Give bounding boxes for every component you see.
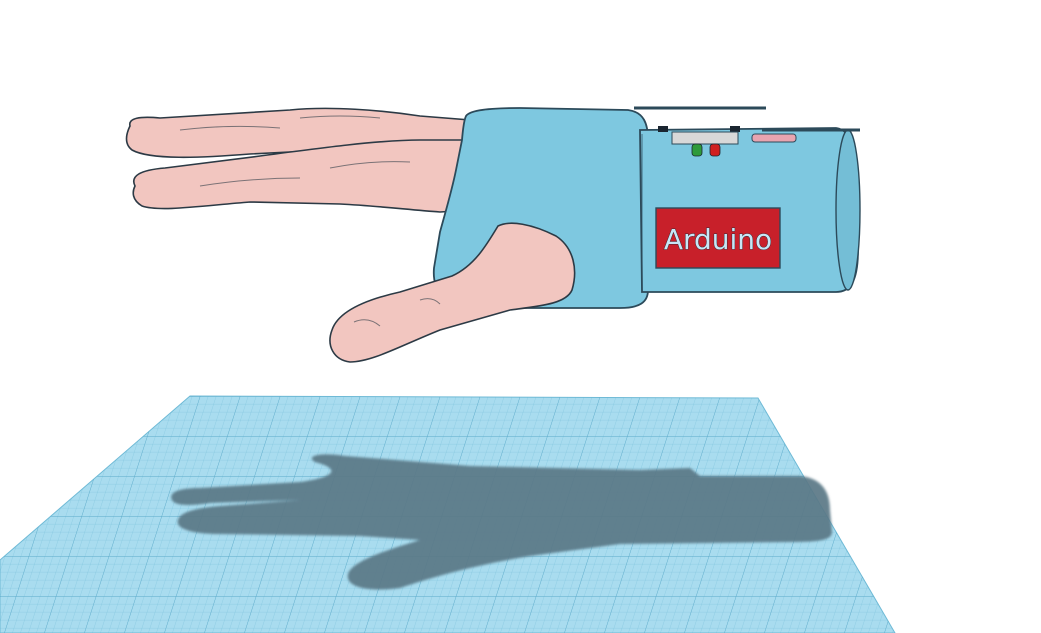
arduino-label-plate[interactable]: Arduino — [655, 207, 781, 269]
hand-model[interactable] — [125, 107, 471, 213]
design-canvas[interactable]: Arduino — [0, 0, 1041, 633]
led-red-icon — [709, 143, 721, 157]
3d-design-viewport[interactable]: Arduino — [0, 0, 1041, 633]
led-green-icon — [691, 143, 703, 157]
arduino-label-text: Arduino — [664, 223, 772, 256]
